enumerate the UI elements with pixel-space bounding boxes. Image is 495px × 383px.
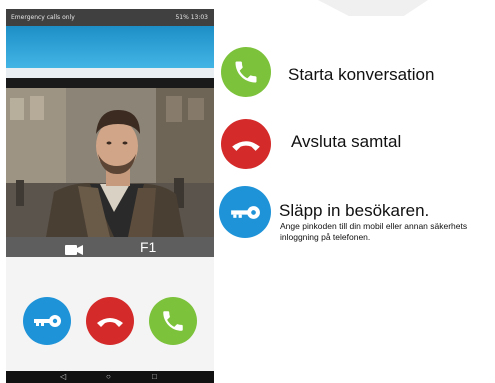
- video-feed: [6, 88, 214, 237]
- hangup-icon: [232, 140, 260, 151]
- visitor-video-image: [6, 88, 214, 237]
- hangup-icon: [97, 318, 123, 327]
- decorative-corner-shape: [318, 0, 428, 16]
- key-icon: [231, 205, 260, 219]
- battery-clock-text: 51% 13:03: [175, 14, 208, 21]
- unlock-door-button[interactable]: [23, 297, 71, 345]
- android-nav-bar: ◁ ○ □: [6, 371, 214, 383]
- legend-answer-button: [221, 47, 271, 97]
- key-icon: [34, 315, 61, 327]
- unlock-description: Ange pinkoden till din mobil eller annan…: [280, 221, 468, 242]
- status-text: Emergency calls only: [11, 14, 75, 21]
- video-toolbar: F1: [6, 237, 214, 257]
- phone-icon: [235, 61, 257, 83]
- unlock-label: Släpp in besökaren.: [279, 201, 430, 220]
- header-divider: [6, 68, 214, 78]
- answer-label: Starta konversation: [288, 65, 435, 84]
- hangup-button[interactable]: [86, 297, 134, 345]
- recent-apps-icon[interactable]: □: [152, 372, 157, 382]
- home-icon[interactable]: ○: [106, 372, 111, 382]
- video-frame-border: [6, 78, 214, 88]
- app-header-bar: [6, 26, 214, 68]
- call-controls: [6, 257, 214, 371]
- back-icon[interactable]: ◁: [60, 372, 66, 382]
- phone-icon: [163, 311, 183, 331]
- phone-screen: Emergency calls only 51% 13:03 F1 ◁ ○ □: [6, 9, 214, 383]
- legend-unlock-button: [219, 186, 271, 238]
- answer-button[interactable]: [149, 297, 197, 345]
- hangup-label: Avsluta samtal: [291, 132, 402, 151]
- channel-label[interactable]: F1: [140, 239, 156, 255]
- legend-hangup-button: [221, 119, 271, 169]
- status-bar: Emergency calls only 51% 13:03: [6, 9, 214, 26]
